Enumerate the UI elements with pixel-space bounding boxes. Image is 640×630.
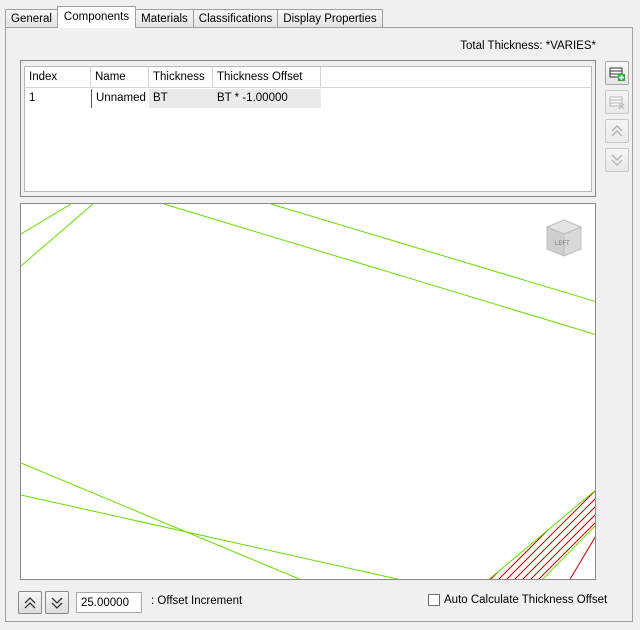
auto-calc-label[interactable]: Auto Calculate Thickness Offset [444, 594, 607, 606]
double-chevron-down-icon [51, 597, 63, 609]
offset-increment-label: : Offset Increment [151, 595, 243, 607]
column-header-name[interactable]: Name [91, 67, 149, 87]
tab-general[interactable]: General [5, 9, 58, 28]
remove-component-icon [609, 96, 625, 110]
offset-increment-input[interactable] [76, 592, 142, 613]
move-up-button[interactable] [605, 119, 629, 143]
tab-components[interactable]: Components [56, 6, 137, 28]
cell-name[interactable]: Unnamed [91, 89, 149, 108]
wall-section-preview [21, 204, 595, 579]
tab-materials[interactable]: Materials [135, 9, 194, 28]
table-row[interactable]: 1 Unnamed BT BT * -1.00000 [25, 89, 591, 108]
cell-index[interactable]: 1 [25, 89, 91, 108]
move-down-icon [611, 154, 623, 167]
move-up-icon [611, 124, 623, 137]
cell-thickness-offset[interactable]: BT * -1.00000 [213, 89, 321, 108]
remove-component-button[interactable] [605, 90, 629, 114]
grid-header: Index Name Thickness Thickness Offset [25, 67, 591, 88]
components-grid[interactable]: Index Name Thickness Thickness Offset 1 … [24, 66, 592, 192]
viewcube-face-label: LEFT [555, 241, 570, 247]
tab-classifications[interactable]: Classifications [192, 9, 279, 28]
auto-calc-checkbox-group[interactable]: Auto Calculate Thickness Offset [428, 594, 607, 606]
cell-thickness[interactable]: BT [149, 89, 213, 108]
column-header-thickness-offset[interactable]: Thickness Offset [213, 67, 321, 87]
column-header-thickness[interactable]: Thickness [149, 67, 213, 87]
total-thickness-label: Total Thickness: *VARIES* [460, 40, 596, 52]
auto-calc-checkbox[interactable] [428, 594, 440, 606]
add-component-button[interactable] [605, 61, 629, 85]
increment-up-button[interactable] [18, 591, 42, 614]
double-chevron-up-icon [24, 597, 36, 609]
preview-viewport[interactable]: LEFT [20, 203, 596, 580]
tab-display-properties[interactable]: Display Properties [277, 9, 383, 28]
column-header-index[interactable]: Index [25, 67, 91, 87]
tab-strip: General Components Materials Classificat… [5, 6, 383, 28]
viewcube-icon[interactable]: LEFT [541, 216, 587, 262]
add-component-icon [609, 67, 625, 81]
increment-down-button[interactable] [45, 591, 69, 614]
move-down-button[interactable] [605, 148, 629, 172]
